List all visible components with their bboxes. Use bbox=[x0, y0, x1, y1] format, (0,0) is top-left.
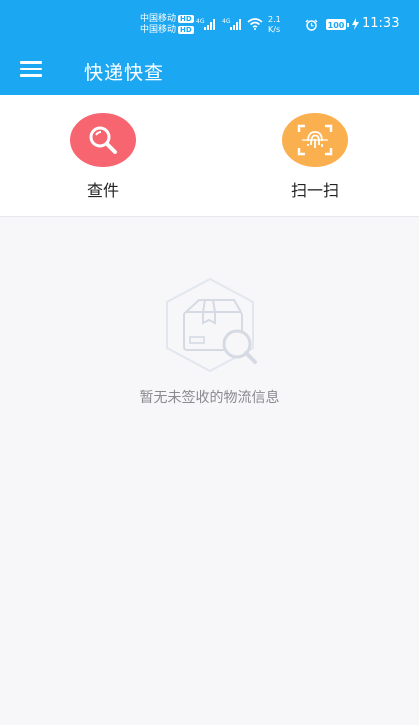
package-search-icon bbox=[165, 277, 257, 373]
alarm-icon bbox=[305, 19, 318, 31]
carrier-info: 中国移动 HD 中国移动 HD bbox=[140, 14, 194, 36]
network-type-1: 4G bbox=[196, 18, 205, 25]
signal-icon: 4G bbox=[196, 18, 215, 30]
hd-badge: HD bbox=[178, 26, 194, 34]
net-speed-value: 2.1 bbox=[268, 15, 281, 24]
wifi-icon bbox=[247, 18, 263, 30]
empty-message: 暂无未签收的物流信息 bbox=[139, 390, 280, 406]
query-label: 查件 bbox=[86, 181, 119, 200]
scan-icon[interactable] bbox=[282, 113, 348, 167]
scan-label: 扫一扫 bbox=[290, 181, 339, 200]
scan-button[interactable]: 扫一扫 bbox=[255, 113, 375, 201]
hd-badge: HD bbox=[178, 15, 194, 23]
net-speed-unit: K/s bbox=[268, 25, 281, 34]
net-speed: 2.1 K/s bbox=[268, 15, 281, 35]
charging-icon bbox=[352, 18, 359, 30]
carrier-1-label: 中国移动 bbox=[140, 14, 177, 24]
menu-icon[interactable] bbox=[20, 61, 42, 77]
status-bar: 中国移动 HD 中国移动 HD 4G 4G 2.1 K/s 100 11:33 bbox=[0, 0, 419, 50]
clock: 11:33 bbox=[362, 16, 400, 31]
search-icon[interactable] bbox=[70, 113, 136, 167]
carrier-2-label: 中国移动 bbox=[140, 25, 177, 35]
network-type-2: 4G bbox=[222, 18, 231, 25]
app-bar: 快递快查 bbox=[0, 50, 419, 95]
query-button[interactable]: 查件 bbox=[43, 113, 163, 201]
signal-icon: 4G bbox=[222, 18, 241, 30]
battery-icon: 100 bbox=[326, 19, 349, 30]
empty-state: 暂无未签收的物流信息 bbox=[0, 275, 419, 407]
actions-panel: 查件 扫一扫 bbox=[0, 95, 419, 217]
page-title: 快递快查 bbox=[84, 62, 165, 84]
